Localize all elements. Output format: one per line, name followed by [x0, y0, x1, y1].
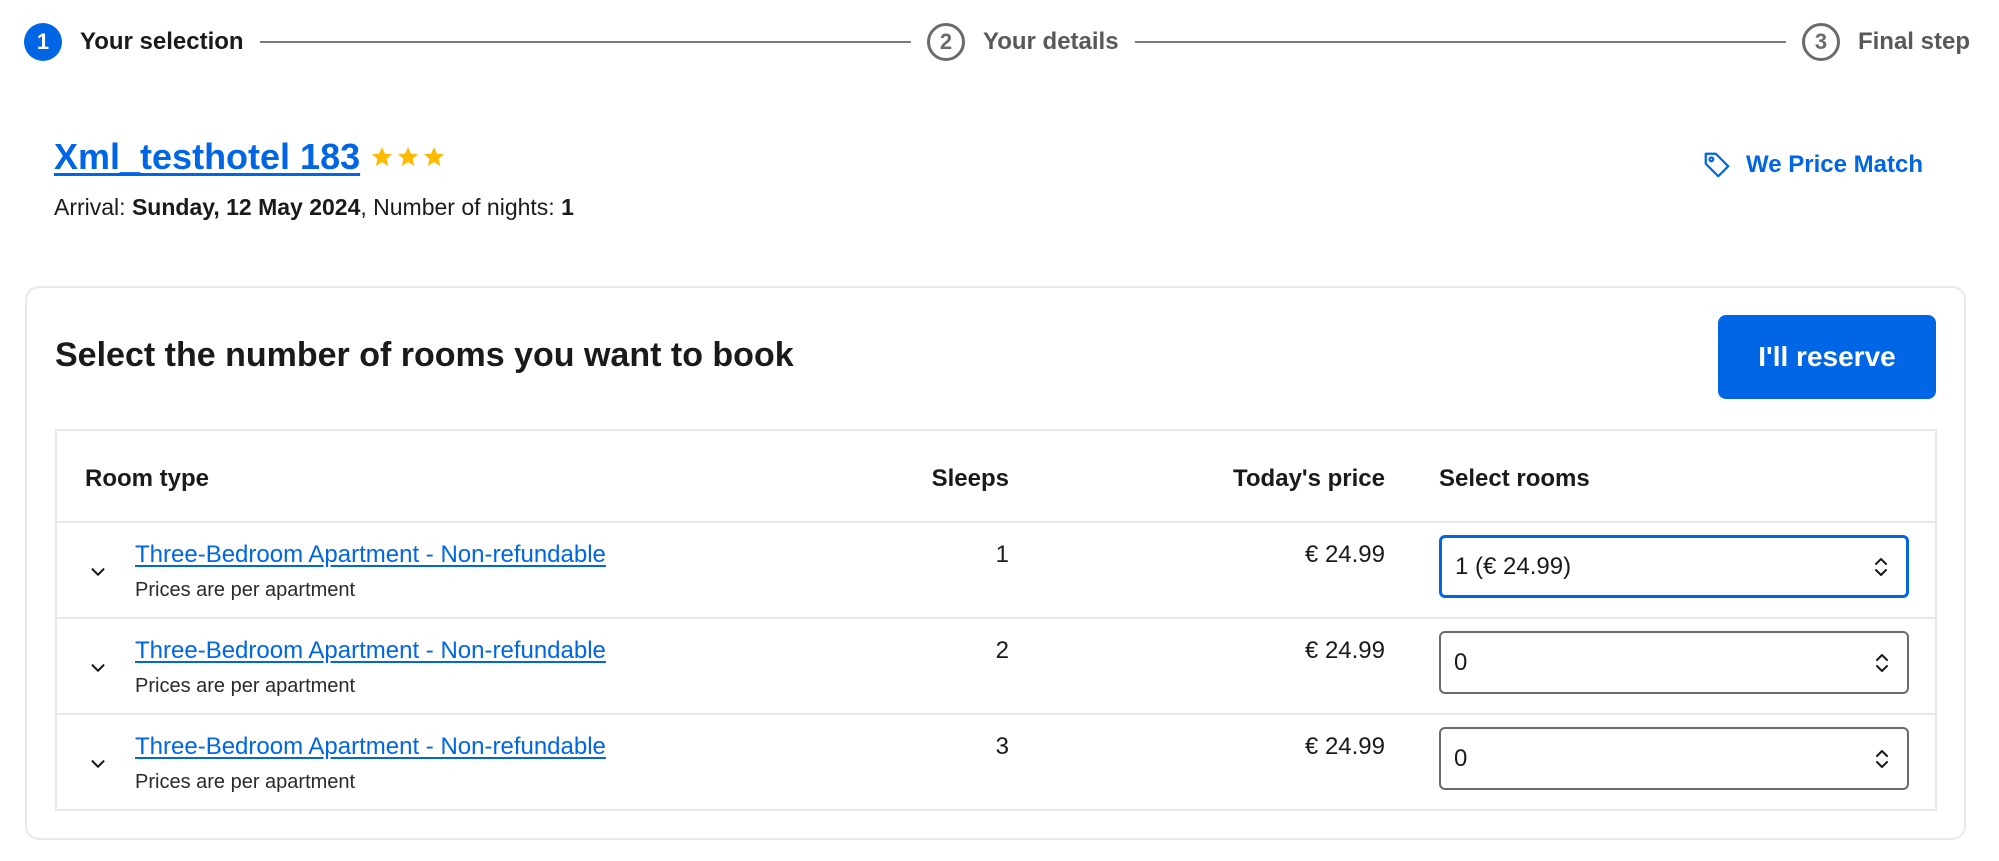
room-quantity-select[interactable]: 0 — [1439, 631, 1909, 694]
price-match-label: We Price Match — [1746, 151, 1923, 178]
select-arrows-icon — [1876, 653, 1888, 672]
table-row: Three-Bedroom Apartment - Non-refundable… — [57, 523, 1935, 619]
room-price-note: Prices are per apartment — [135, 579, 356, 601]
select-arrows-icon — [1876, 749, 1888, 768]
room-selection-card: Select the number of rooms you want to b… — [25, 286, 1966, 840]
star-rating — [370, 145, 446, 169]
step-label: Your details — [982, 28, 1119, 55]
arrival-date: Sunday, 12 May 2024 — [131, 194, 361, 220]
step-your-selection: 1 Your selection — [24, 23, 244, 61]
progress-steps: 1 Your selection 2 Your details 3 Final … — [24, 20, 1970, 64]
table-header: Room type Sleeps Today's price Select ro… — [57, 431, 1935, 523]
price-value: € 24.99 — [1304, 541, 1385, 568]
price-value: € 24.99 — [1304, 733, 1385, 760]
header-select-rooms: Select rooms — [1439, 465, 1590, 492]
arrival-info: Arrival: Sunday, 12 May 2024, Number of … — [54, 194, 574, 221]
header-room-type: Room type — [85, 465, 210, 492]
room-price-note: Prices are per apartment — [135, 675, 356, 697]
room-type-link[interactable]: Three-Bedroom Apartment - Non-refundable — [135, 733, 606, 761]
room-type-link[interactable]: Three-Bedroom Apartment - Non-refundable — [135, 541, 606, 569]
chevron-down-icon[interactable] — [87, 561, 109, 583]
hotel-name-link[interactable]: Xml_testhotel 183 — [54, 136, 360, 178]
arrival-label: Arrival: — [54, 194, 132, 220]
table-row: Three-Bedroom Apartment - Non-refundable… — [57, 619, 1935, 715]
star-icon — [372, 147, 393, 166]
chevron-down-icon[interactable] — [87, 753, 109, 775]
step-number: 3 — [1801, 23, 1840, 61]
selected-value: 0 — [1454, 744, 1468, 772]
card-title: Select the number of rooms you want to b… — [55, 336, 794, 374]
hotel-title-row: Xml_testhotel 183 — [54, 136, 574, 178]
header-price: Today's price — [1233, 465, 1385, 492]
selected-value: 0 — [1454, 648, 1468, 676]
step-number: 1 — [24, 23, 62, 61]
step-final-step: 3 Final step — [1801, 23, 1970, 61]
reserve-button[interactable]: I'll reserve — [1718, 315, 1936, 399]
step-your-details: 2 Your details — [926, 23, 1119, 61]
nights-count: 1 — [561, 194, 574, 220]
step-label: Final step — [1857, 28, 1970, 55]
star-icon — [398, 147, 419, 166]
chevron-down-icon[interactable] — [87, 657, 109, 679]
selected-value: 1 (€ 24.99) — [1455, 552, 1572, 580]
sleeps-value: 2 — [995, 637, 1009, 664]
room-quantity-select[interactable]: 1 (€ 24.99) — [1439, 535, 1909, 598]
rooms-table: Room type Sleeps Today's price Select ro… — [55, 429, 1937, 811]
room-quantity-select[interactable]: 0 — [1439, 727, 1909, 790]
room-type-link[interactable]: Three-Bedroom Apartment - Non-refundable — [135, 637, 606, 665]
step-number: 2 — [926, 23, 965, 61]
price-value: € 24.99 — [1304, 637, 1385, 664]
step-label: Your selection — [80, 28, 244, 55]
tag-icon — [1704, 152, 1730, 178]
nights-label: , Number of nights: — [360, 194, 562, 220]
select-arrows-icon — [1875, 557, 1887, 576]
price-match-link[interactable]: We Price Match — [1702, 150, 1923, 180]
sleeps-value: 1 — [995, 541, 1009, 568]
step-divider — [259, 41, 911, 43]
star-icon — [424, 147, 445, 166]
sleeps-value: 3 — [995, 733, 1009, 760]
room-price-note: Prices are per apartment — [135, 771, 356, 793]
step-divider — [1134, 41, 1786, 43]
table-row: Three-Bedroom Apartment - Non-refundable… — [57, 715, 1935, 811]
header-sleeps: Sleeps — [931, 465, 1009, 492]
hotel-header: Xml_testhotel 183 Arrival: Sunday, 12 Ma… — [54, 136, 574, 221]
